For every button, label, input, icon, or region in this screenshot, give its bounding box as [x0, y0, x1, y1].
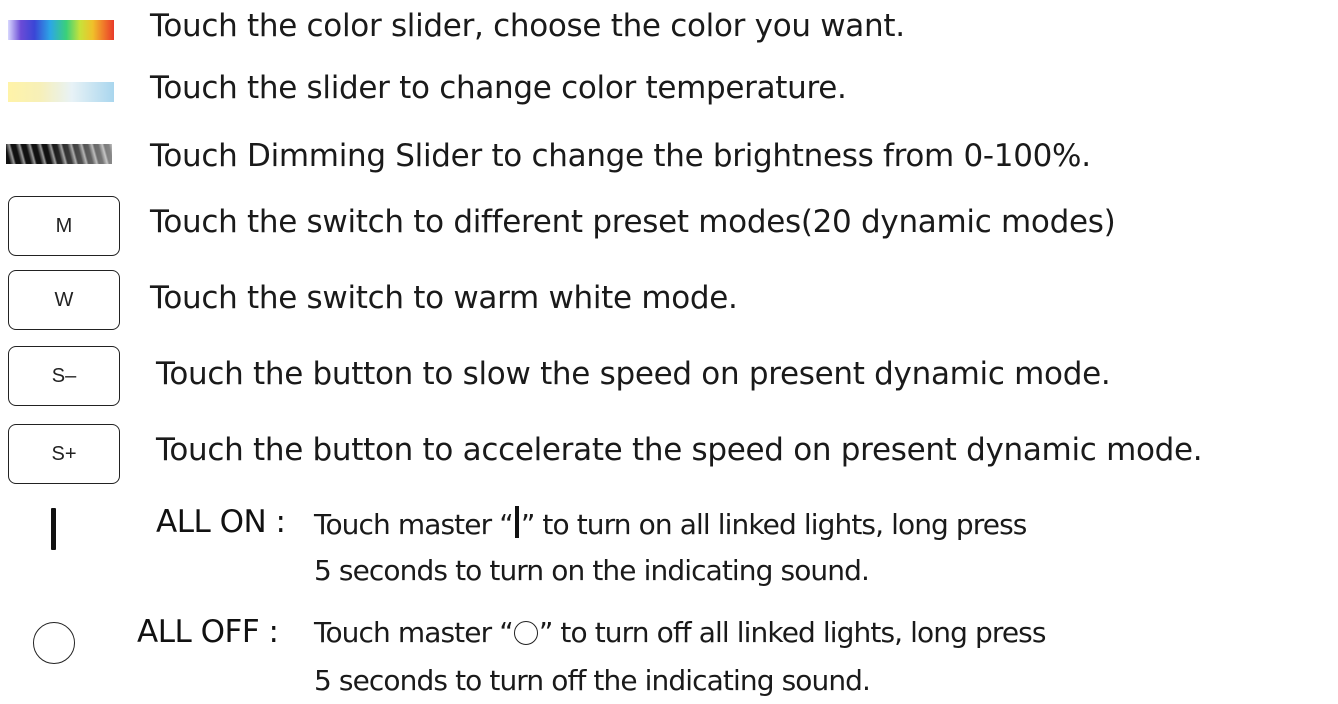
color-slider-description: Touch the color slider, choose the color…: [150, 8, 905, 44]
warm-white-key-label: W: [54, 288, 74, 311]
all-on-heading: ALL ON :: [156, 504, 286, 540]
temperature-slider-icon: [8, 82, 114, 102]
all-on-line-1-start: Touch master “: [314, 508, 514, 541]
dimming-slider-description: Touch Dimming Slider to change the brigh…: [150, 138, 1091, 174]
all-off-heading: ALL OFF :: [137, 614, 279, 650]
all-on-bar-icon: [51, 508, 56, 550]
inline-circle-icon: [513, 621, 538, 645]
warm-white-key-icon: W: [8, 270, 120, 330]
speed-down-key-label: S–: [51, 364, 77, 387]
speed-up-key-icon: S+: [8, 424, 120, 484]
all-off-line-1-end: ” to turn off all linked lights, long pr…: [538, 616, 1047, 649]
speed-down-key-icon: S–: [8, 346, 120, 406]
dimming-slider-icon: [6, 144, 112, 164]
speed-down-key-description: Touch the button to slow the speed on pr…: [156, 356, 1111, 392]
all-on-line-1-end: ” to turn on all linked lights, long pre…: [520, 508, 1028, 541]
all-off-line-2: 5 seconds to turn off the indicating sou…: [314, 664, 871, 697]
color-slider-icon: [8, 20, 114, 40]
mode-key-label: M: [55, 214, 73, 237]
speed-up-key-label: S+: [51, 442, 77, 465]
all-off-circle-icon: [33, 622, 75, 664]
temperature-slider-description: Touch the slider to change color tempera…: [150, 70, 847, 106]
warm-white-key-description: Touch the switch to warm white mode.: [150, 280, 738, 316]
all-on-line-1: Touch master “” to turn on all linked li…: [314, 506, 1028, 541]
mode-key-icon: M: [8, 196, 120, 256]
mode-key-description: Touch the switch to different preset mod…: [150, 204, 1116, 240]
inline-bar-icon: [514, 506, 519, 538]
all-off-line-1-start: Touch master “: [314, 616, 514, 649]
all-off-line-1: Touch master “ ” to turn off all linked l…: [314, 616, 1046, 649]
speed-up-key-description: Touch the button to accelerate the speed…: [156, 432, 1203, 468]
all-on-line-2: 5 seconds to turn on the indicating soun…: [314, 554, 870, 587]
